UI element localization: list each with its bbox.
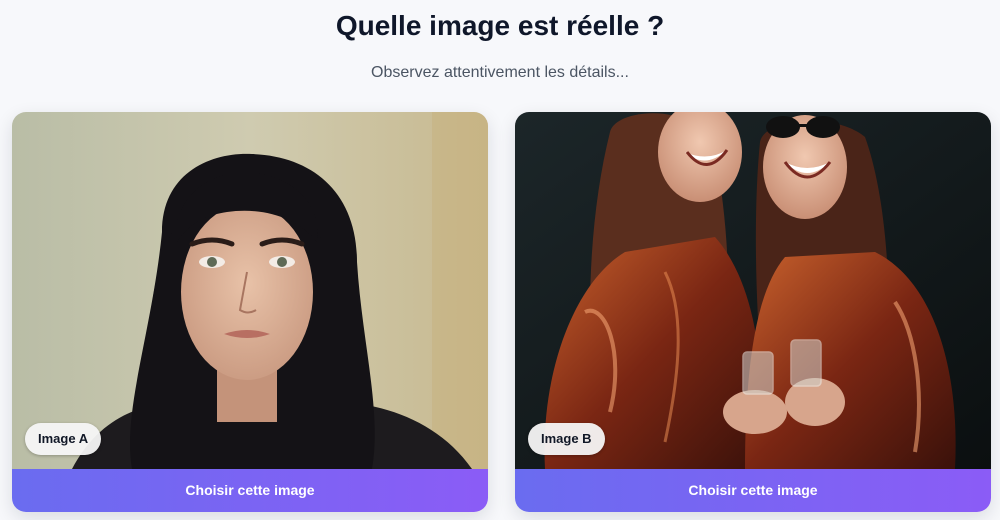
page-title: Quelle image est réelle ? xyxy=(335,10,665,41)
choose-image-b-button[interactable]: Choisir cette image xyxy=(515,469,991,512)
choose-image-a-button[interactable]: Choisir cette image xyxy=(12,469,488,512)
image-a-photo[interactable] xyxy=(12,112,488,469)
image-b-photo[interactable] xyxy=(515,112,991,469)
image-a-badge: Image A xyxy=(25,423,102,455)
image-card-b[interactable]: Image B Choisir cette image xyxy=(515,112,991,512)
page-subtitle: Observez attentivement les détails... xyxy=(371,64,629,81)
image-card-a[interactable]: Image A Choisir cette image xyxy=(12,112,488,512)
image-b-badge: Image B xyxy=(528,423,605,455)
